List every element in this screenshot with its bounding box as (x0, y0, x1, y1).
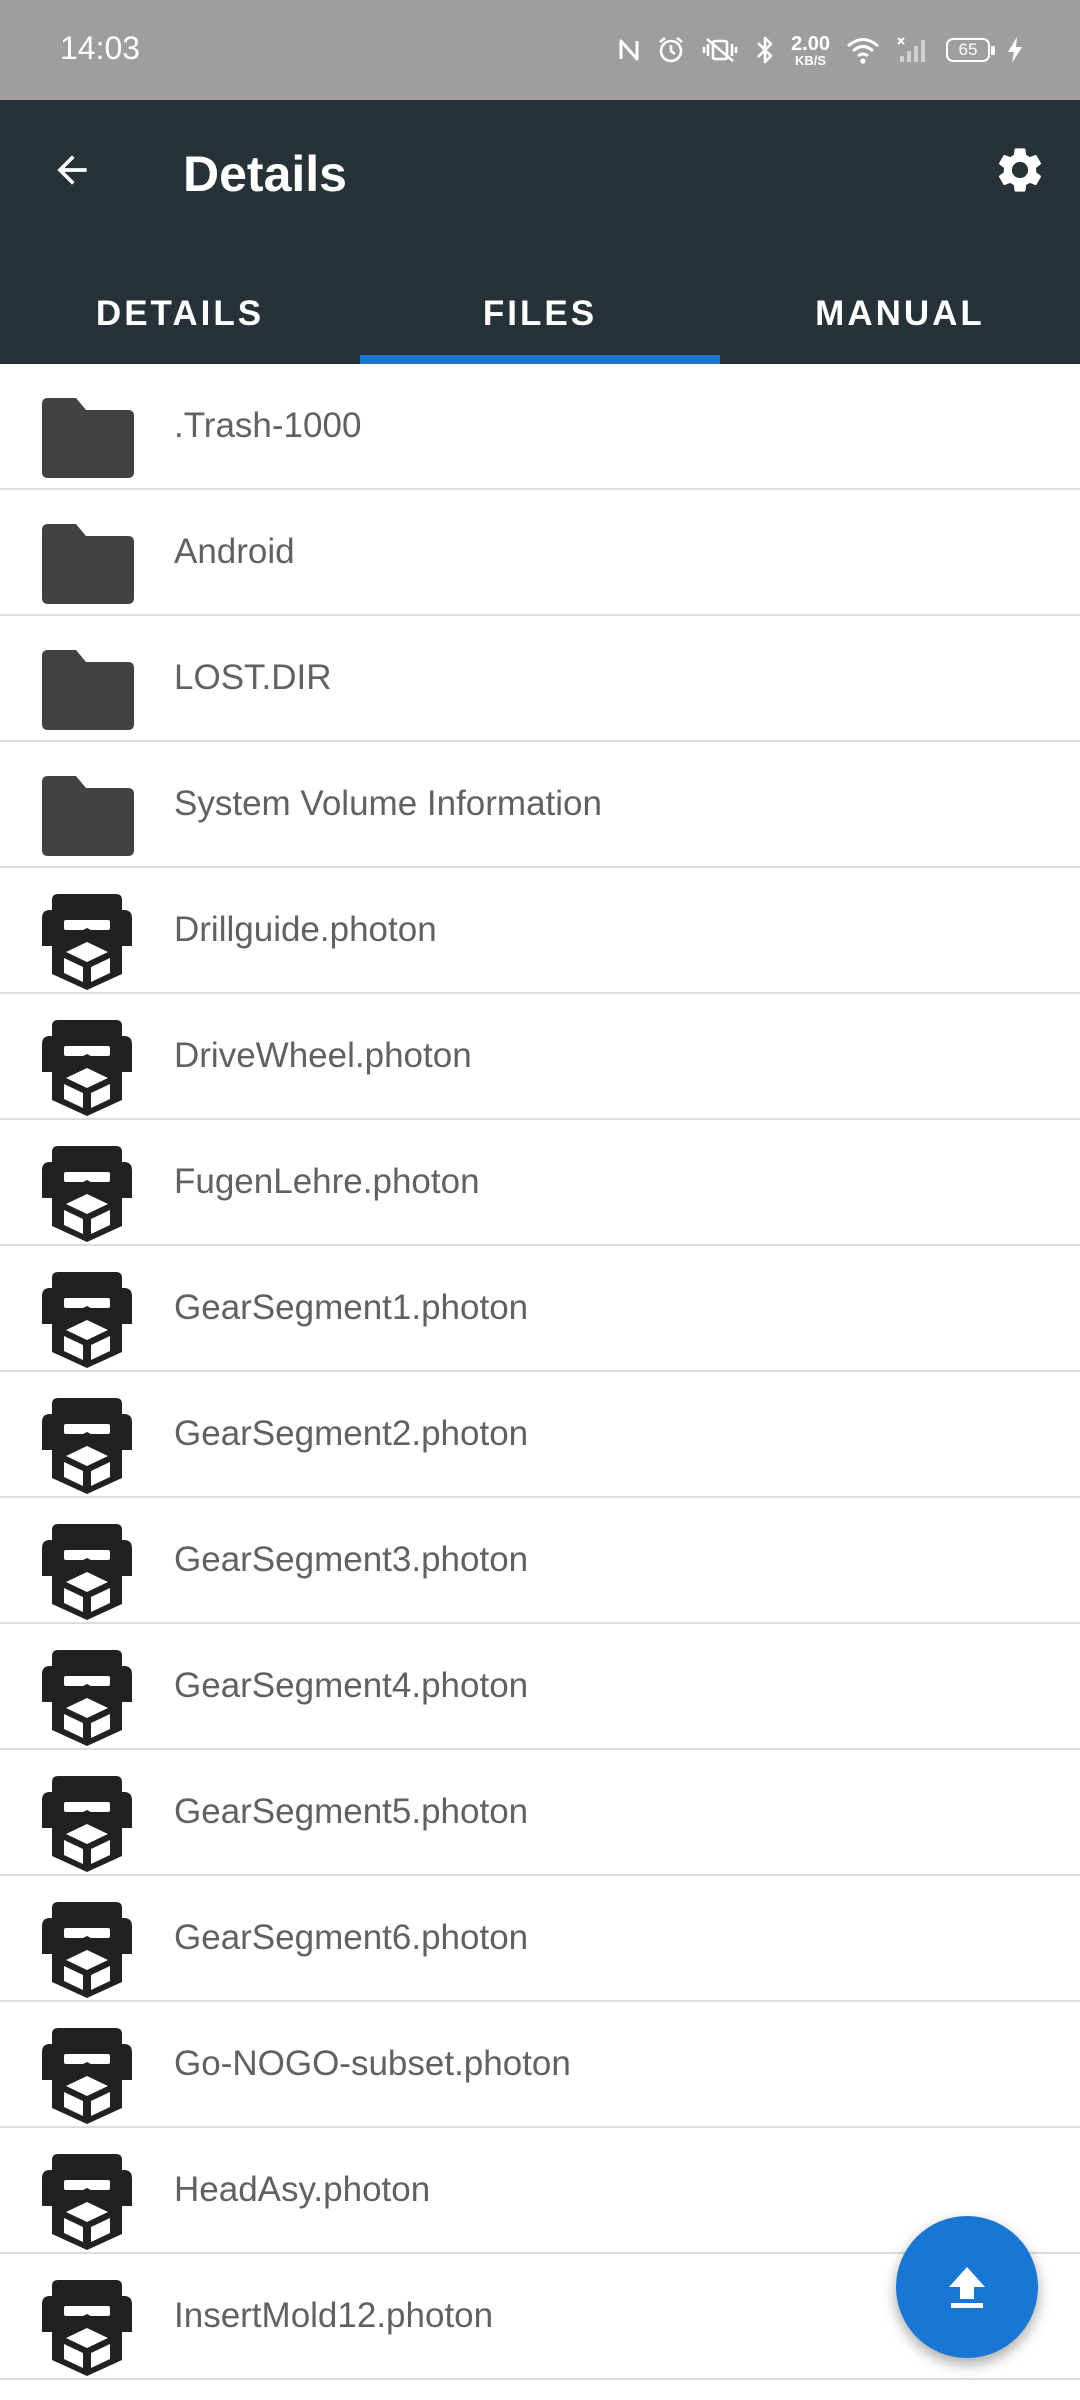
printer-3d-icon (36, 2274, 138, 2376)
app-bar: Details DETAILS FILES MANUAL (0, 100, 1080, 364)
nfc-icon (619, 39, 639, 61)
folder-icon (36, 636, 138, 738)
file-name: .Trash-1000 (174, 406, 362, 445)
folder-row[interactable]: .Trash-1000 (0, 364, 1080, 490)
printer-3d-icon (36, 1644, 138, 1746)
vibrate-icon (702, 38, 738, 62)
battery-indicator: 65 (946, 38, 995, 62)
printer-3d-icon (36, 1770, 138, 1872)
file-row[interactable]: GearSegment3.photon (0, 1498, 1080, 1624)
upload-icon (949, 2267, 985, 2308)
alarm-icon (659, 36, 683, 63)
file-row[interactable]: GearSegment6.photon (0, 1876, 1080, 2002)
file-name: HeadAsy.photon (174, 2170, 431, 2209)
gear-icon (998, 148, 1042, 192)
printer-3d-icon (36, 1014, 138, 1116)
file-name: Drillguide.photon (174, 910, 437, 949)
file-row[interactable]: FugenLehre.photon (0, 1120, 1080, 1246)
page-title: Details (183, 146, 347, 202)
status-icons: 2.00 KB/S 65 (617, 28, 1024, 72)
wifi-icon (847, 38, 879, 64)
file-name: DriveWheel.photon (174, 1036, 472, 1075)
printer-3d-icon (36, 1266, 138, 1368)
settings-button[interactable] (990, 140, 1050, 200)
file-name: GearSegment4.photon (174, 1666, 529, 1705)
net-speed: 2.00 KB/S (791, 32, 830, 68)
file-row[interactable]: DriveWheel.photon (0, 994, 1080, 1120)
folder-row[interactable]: Android (0, 490, 1080, 616)
tab-details[interactable]: DETAILS (0, 264, 360, 364)
file-row[interactable]: GearSegment1.photon (0, 1246, 1080, 1372)
file-name: InsertMold12.photon (174, 2296, 494, 2335)
file-name: System Volume Information (174, 784, 602, 823)
folder-icon (36, 762, 138, 864)
tab-files[interactable]: FILES (360, 264, 720, 364)
tab-bar: DETAILS FILES MANUAL (0, 264, 1080, 364)
printer-3d-icon (36, 1140, 138, 1242)
file-row[interactable]: GearSegment2.photon (0, 1372, 1080, 1498)
folder-icon (36, 384, 138, 486)
arrow-back-icon (57, 155, 87, 185)
printer-3d-icon (36, 2022, 138, 2124)
file-name: GearSegment1.photon (174, 1288, 529, 1327)
folder-row[interactable]: System Volume Information (0, 742, 1080, 868)
printer-3d-icon (36, 888, 138, 990)
printer-3d-icon (36, 1896, 138, 1998)
printer-3d-icon (36, 2148, 138, 2250)
file-row[interactable]: GearSegment5.photon (0, 1750, 1080, 1876)
upload-button[interactable] (896, 2216, 1038, 2358)
file-name: Go-NOGO-subset.photon (174, 2044, 571, 2083)
file-name: GearSegment5.photon (174, 1792, 529, 1831)
status-bar: 14:03 2.00 KB/S 65 (0, 0, 1080, 100)
status-time: 14:03 (60, 30, 141, 66)
file-name: GearSegment3.photon (174, 1540, 529, 1579)
file-name: LOST.DIR (174, 658, 332, 697)
folder-row[interactable]: LOST.DIR (0, 616, 1080, 742)
file-row[interactable]: Go-NOGO-subset.photon (0, 2002, 1080, 2128)
bluetooth-icon (757, 36, 773, 64)
tab-manual[interactable]: MANUAL (720, 264, 1080, 364)
back-button[interactable] (42, 140, 102, 200)
file-name: FugenLehre.photon (174, 1162, 480, 1201)
printer-3d-icon (36, 1518, 138, 1620)
file-name: GearSegment6.photon (174, 1918, 529, 1957)
signal-icon (897, 37, 925, 62)
printer-3d-icon (36, 1392, 138, 1494)
file-row[interactable] (0, 2380, 1080, 2400)
file-list: .Trash-1000 Android LOST.DIR System Volu… (0, 364, 1080, 2400)
file-row[interactable]: GearSegment4.photon (0, 1624, 1080, 1750)
charging-icon (1008, 37, 1022, 63)
file-name: GearSegment2.photon (174, 1414, 529, 1453)
folder-icon (36, 510, 138, 612)
file-row[interactable]: Drillguide.photon (0, 868, 1080, 994)
file-name: Android (174, 532, 295, 571)
